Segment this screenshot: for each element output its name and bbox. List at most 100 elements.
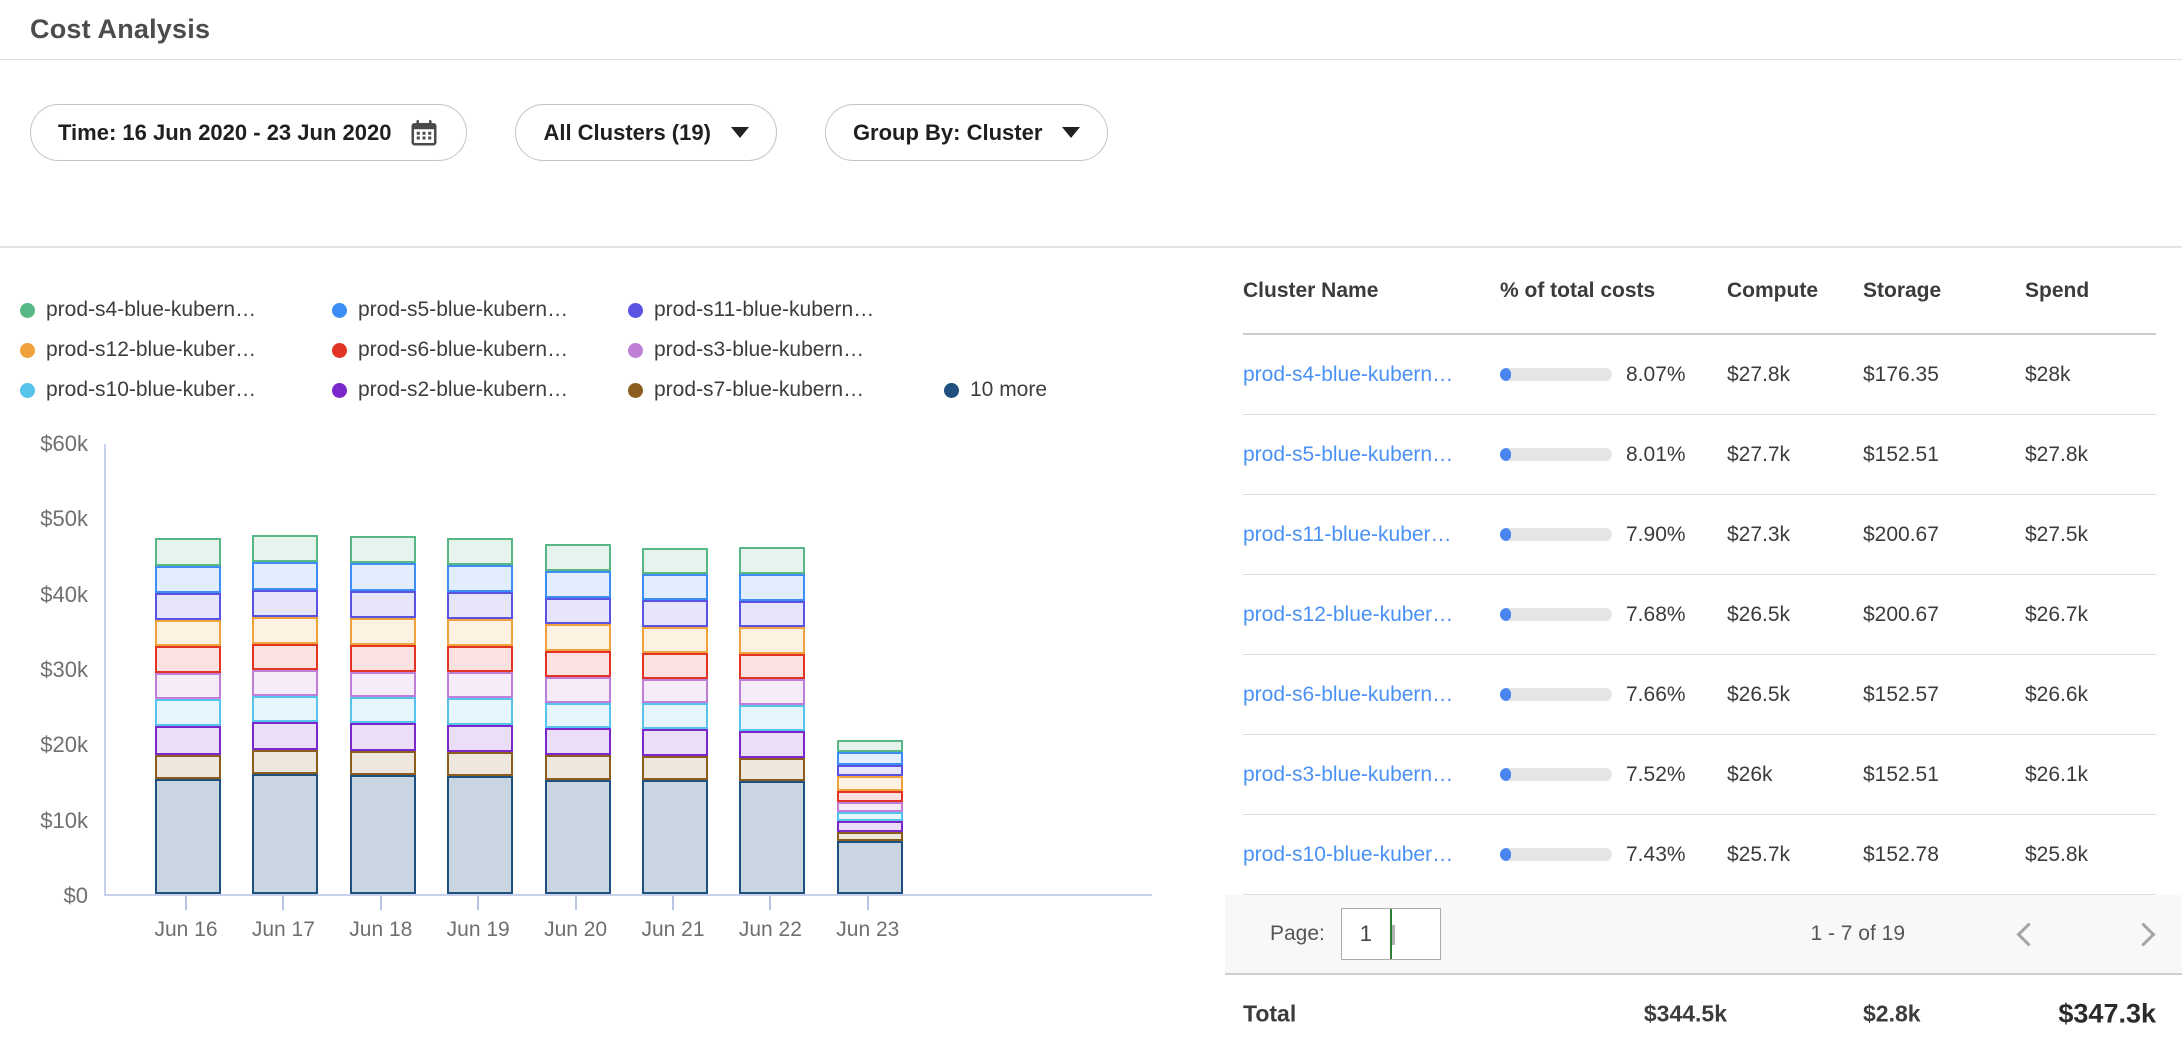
next-page-button[interactable] <box>2131 922 2155 946</box>
bar-segment[interactable] <box>447 592 513 619</box>
legend-item[interactable]: prod-s3-blue-kubern… <box>628 338 944 362</box>
cluster-name-link[interactable]: prod-s3-blue-kubern… <box>1243 763 1453 786</box>
bar-segment[interactable] <box>252 562 318 590</box>
group-by-dropdown[interactable]: Group By: Cluster <box>825 104 1108 161</box>
bar-segment[interactable] <box>252 590 318 617</box>
bar-segment[interactable] <box>837 802 903 812</box>
bar-segment[interactable] <box>155 593 221 620</box>
bar-segment[interactable] <box>545 677 611 703</box>
bar-segment[interactable] <box>155 673 221 699</box>
time-range-filter-button[interactable]: Time: 16 Jun 2020 - 23 Jun 2020 <box>30 104 467 161</box>
bar-segment[interactable] <box>350 697 416 723</box>
bar-segment[interactable] <box>155 726 221 755</box>
cluster-name-link[interactable]: prod-s12-blue-kuber… <box>1243 603 1453 626</box>
bar-segment[interactable] <box>545 728 611 755</box>
bar-segment[interactable] <box>447 752 513 775</box>
page-select[interactable]: 1 <box>1341 908 1441 960</box>
bar-segment[interactable] <box>447 776 513 894</box>
bar-segment[interactable] <box>837 765 903 776</box>
bar-segment[interactable] <box>545 571 611 598</box>
legend-item[interactable]: 10 more <box>944 378 1225 402</box>
bar-segment[interactable] <box>739 705 805 731</box>
bar-segment[interactable] <box>837 812 903 821</box>
bar-segment[interactable] <box>155 755 221 779</box>
bar-segment[interactable] <box>837 791 903 802</box>
bar-segment[interactable] <box>447 538 513 565</box>
bar-segment[interactable] <box>642 729 708 756</box>
bar-segment[interactable] <box>545 755 611 779</box>
bar-segment[interactable] <box>252 750 318 774</box>
legend-item[interactable]: prod-s2-blue-kubern… <box>332 378 628 402</box>
cluster-name-link[interactable]: prod-s10-blue-kuber… <box>1243 843 1453 866</box>
bar-segment[interactable] <box>447 725 513 753</box>
bar-segment[interactable] <box>447 565 513 592</box>
bar-segment[interactable] <box>837 832 903 841</box>
bar-segment[interactable] <box>739 731 805 758</box>
bar-segment[interactable] <box>545 651 611 677</box>
bar-segment[interactable] <box>837 821 903 832</box>
bar-segment[interactable] <box>739 654 805 680</box>
bar-segment[interactable] <box>350 723 416 751</box>
bar-segment[interactable] <box>545 780 611 895</box>
bar-segment[interactable] <box>739 574 805 601</box>
bar-segment[interactable] <box>837 752 903 765</box>
bar-segment[interactable] <box>252 774 318 894</box>
bar-segment[interactable] <box>155 646 221 672</box>
cluster-name-link[interactable]: prod-s5-blue-kubern… <box>1243 443 1453 466</box>
bar-segment[interactable] <box>447 672 513 698</box>
previous-page-button[interactable] <box>2016 922 2040 946</box>
legend-item[interactable]: prod-s4-blue-kubern… <box>20 298 332 322</box>
bar-segment[interactable] <box>350 775 416 894</box>
bar-segment[interactable] <box>739 679 805 705</box>
bar-segment[interactable] <box>155 699 221 726</box>
bar-segment[interactable] <box>252 670 318 696</box>
clusters-filter-dropdown[interactable]: All Clusters (19) <box>515 104 777 161</box>
bar-segment[interactable] <box>642 574 708 600</box>
bar-segment[interactable] <box>252 644 318 670</box>
bar-segment[interactable] <box>447 619 513 646</box>
bar-segment[interactable] <box>545 624 611 650</box>
bar-segment[interactable] <box>642 756 708 779</box>
cluster-name-link[interactable]: prod-s4-blue-kubern… <box>1243 363 1453 386</box>
bar-segment[interactable] <box>642 780 708 895</box>
bar-segment[interactable] <box>350 618 416 645</box>
bar-segment[interactable] <box>642 679 708 704</box>
bar-segment[interactable] <box>447 698 513 724</box>
bar-segment[interactable] <box>837 776 903 790</box>
bar-segment[interactable] <box>447 646 513 672</box>
bar-segment[interactable] <box>155 538 221 566</box>
legend-item[interactable]: prod-s6-blue-kubern… <box>332 338 628 362</box>
bar-segment[interactable] <box>545 598 611 624</box>
legend-item[interactable]: prod-s5-blue-kubern… <box>332 298 628 322</box>
bar-segment[interactable] <box>642 548 708 574</box>
bar-segment[interactable] <box>739 758 805 781</box>
legend-item[interactable]: prod-s10-blue-kuber… <box>20 378 332 402</box>
bar-segment[interactable] <box>837 841 903 894</box>
bar-segment[interactable] <box>350 563 416 591</box>
legend-item[interactable]: prod-s7-blue-kubern… <box>628 378 944 402</box>
bar-segment[interactable] <box>642 600 708 626</box>
bar-segment[interactable] <box>545 544 611 570</box>
bar-segment[interactable] <box>739 601 805 627</box>
bar-segment[interactable] <box>642 653 708 679</box>
bar-segment[interactable] <box>155 779 221 894</box>
bar-segment[interactable] <box>252 617 318 644</box>
bar-segment[interactable] <box>642 703 708 729</box>
bar-segment[interactable] <box>155 620 221 646</box>
bar-segment[interactable] <box>155 566 221 593</box>
legend-item[interactable]: prod-s11-blue-kubern… <box>628 298 944 322</box>
bar-segment[interactable] <box>350 591 416 618</box>
bar-segment[interactable] <box>642 627 708 653</box>
bar-segment[interactable] <box>252 535 318 562</box>
bar-segment[interactable] <box>350 645 416 671</box>
cluster-name-link[interactable]: prod-s11-blue-kuber… <box>1243 523 1452 546</box>
legend-item[interactable]: prod-s12-blue-kuber… <box>20 338 332 362</box>
bar-segment[interactable] <box>837 740 903 752</box>
bar-segment[interactable] <box>252 722 318 750</box>
bar-segment[interactable] <box>545 703 611 729</box>
bar-segment[interactable] <box>350 536 416 563</box>
bar-segment[interactable] <box>350 751 416 775</box>
bar-segment[interactable] <box>739 781 805 894</box>
bar-segment[interactable] <box>252 696 318 722</box>
bar-segment[interactable] <box>350 672 416 698</box>
